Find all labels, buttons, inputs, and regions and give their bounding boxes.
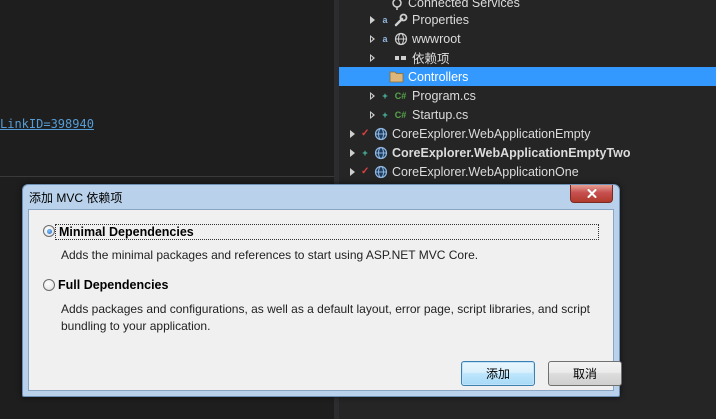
tree-item-wwwroot[interactable]: a wwwroot (339, 29, 716, 48)
web-project-icon (373, 145, 388, 160)
add-mvc-dependencies-dialog: 添加 MVC 依赖项 Minimal Dependencies Adds the… (22, 184, 622, 397)
close-icon (587, 189, 596, 198)
expand-arrow-icon[interactable] (349, 148, 357, 158)
lock-badge-icon: a (382, 33, 388, 44)
full-dependencies-radio[interactable] (43, 279, 55, 291)
wrench-icon (393, 12, 408, 27)
tree-item-label: Program.cs (412, 88, 476, 103)
connected-services-icon (389, 0, 404, 10)
tree-item-webapplicationempty[interactable]: ✓ CoreExplorer.WebApplicationEmpty (339, 124, 716, 143)
added-badge-icon: + (382, 109, 388, 120)
tree-item-label: 依赖项 (412, 52, 450, 66)
full-dependencies-description: Adds packages and configurations, as wel… (61, 302, 590, 333)
tree-item-label: Controllers (408, 69, 469, 84)
dialog-title: 添加 MVC 依赖项 (29, 191, 123, 205)
expand-arrow-icon[interactable] (369, 110, 377, 120)
folder-icon (389, 69, 404, 84)
checkout-badge-icon: ✓ (361, 128, 370, 139)
added-badge-icon: + (362, 147, 368, 158)
tree-item-label: CoreExplorer.WebApplicationEmpty (392, 126, 591, 141)
checkout-badge-icon: ✓ (361, 166, 370, 177)
editor-link[interactable]: LinkID=398940 (0, 117, 94, 131)
minimal-dependencies-radio[interactable] (43, 225, 55, 237)
expand-arrow-icon[interactable] (369, 53, 377, 63)
tree-item-startup-cs[interactable]: + C# Startup.cs (339, 105, 716, 124)
lock-badge-icon: a (382, 14, 388, 25)
tree-item-label: Connected Services (408, 0, 520, 10)
tree-item-webapplicationemptytwo[interactable]: + CoreExplorer.WebApplicationEmptyTwo (339, 143, 716, 162)
web-project-icon (373, 126, 388, 141)
expand-arrow-icon[interactable] (349, 129, 357, 139)
tree-item-properties[interactable]: a Properties (339, 10, 716, 29)
close-button[interactable] (570, 185, 613, 203)
minimal-dependencies-label[interactable]: Minimal Dependencies (55, 224, 599, 240)
editor-divider (0, 176, 334, 177)
add-button[interactable]: 添加 (461, 361, 535, 386)
tree-item-label: Properties (412, 12, 469, 27)
expand-arrow-icon[interactable] (369, 15, 377, 25)
expand-arrow-icon[interactable] (369, 91, 377, 101)
web-project-icon (373, 164, 388, 179)
csharp-file-icon: C# (394, 109, 407, 120)
full-dependencies-label[interactable]: Full Dependencies (55, 278, 171, 292)
tree-item-webapplicationone[interactable]: ✓ CoreExplorer.WebApplicationOne (339, 162, 716, 181)
tree-item-label: CoreExplorer.WebApplicationEmptyTwo (392, 145, 631, 160)
globe-icon (393, 31, 408, 46)
tree-item-program-cs[interactable]: + C# Program.cs (339, 86, 716, 105)
cancel-button[interactable]: 取消 (548, 361, 622, 386)
expand-arrow-icon[interactable] (369, 34, 377, 44)
tree-item-controllers[interactable]: Controllers (339, 67, 716, 86)
tree-item-label: Startup.cs (412, 107, 469, 122)
minimal-dependencies-description: Adds the minimal packages and references… (61, 248, 479, 262)
added-badge-icon: + (382, 90, 388, 101)
tree-item-label: CoreExplorer.WebApplicationOne (392, 164, 579, 179)
expand-arrow-icon[interactable] (349, 167, 357, 177)
tree-item-label: wwwroot (412, 31, 461, 46)
csharp-file-icon: C# (394, 90, 407, 101)
dependencies-icon (393, 50, 408, 65)
tree-item-dependencies[interactable]: 依赖项 (339, 48, 716, 67)
